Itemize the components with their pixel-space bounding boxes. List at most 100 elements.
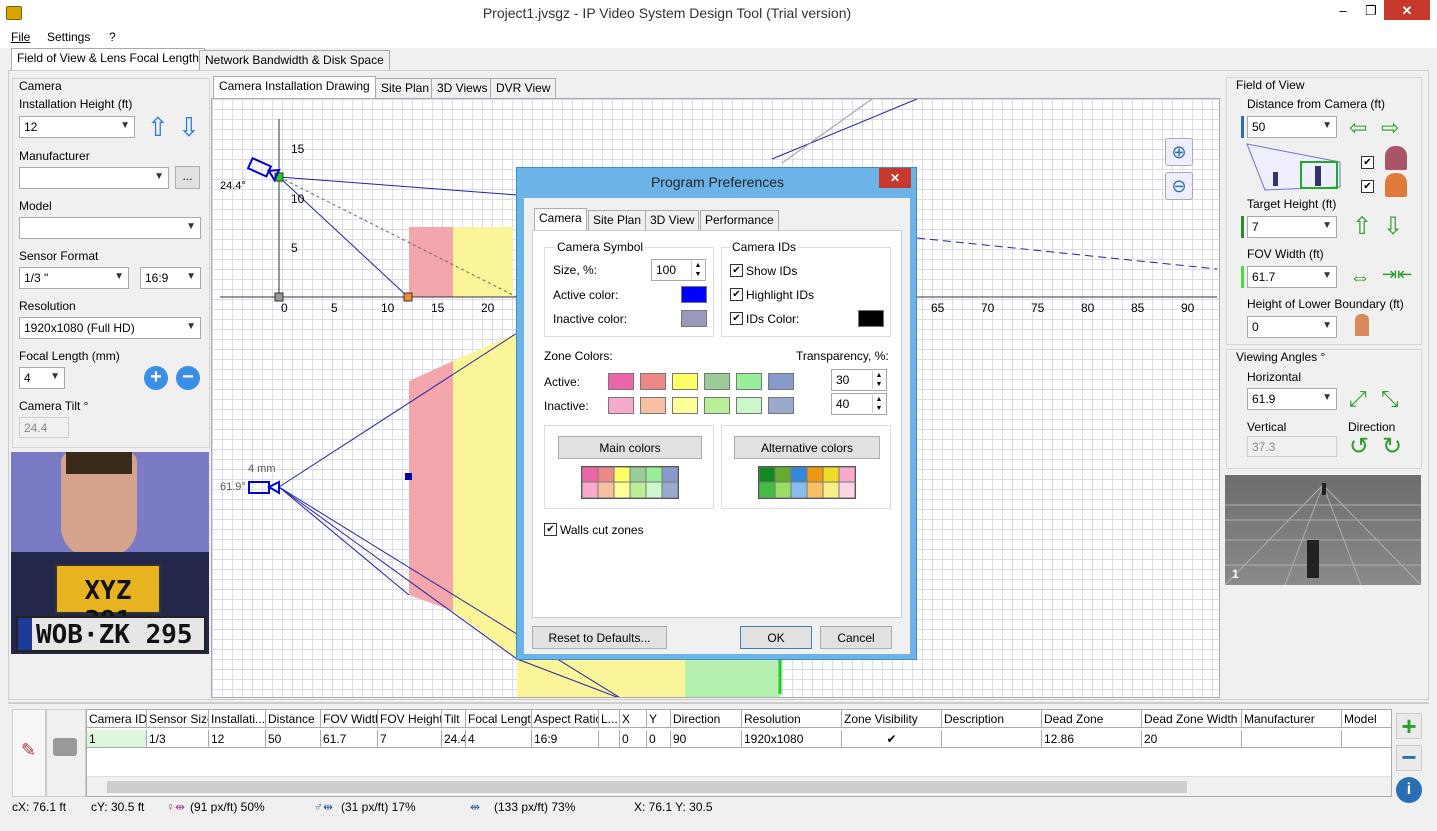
zoom-in-focal-button[interactable]: + xyxy=(144,366,168,390)
spinner-arrows-icon[interactable]: ▲ ▼ xyxy=(872,371,885,389)
main-colors-button[interactable]: Main colors xyxy=(558,436,702,459)
expand-icon[interactable]: ⤢ xyxy=(1349,386,1367,412)
splitter[interactable] xyxy=(8,702,1429,704)
column-header[interactable]: FOV Width xyxy=(321,710,378,728)
column-header[interactable]: FOV Height xyxy=(378,710,442,728)
table-row[interactable]: 1 1/3 12 50 61.7 7 24.4 4 16:9 0 0 90 1920x1080 ✔ 12.8… xyxy=(87,730,1391,749)
zone-color-swatch[interactable] xyxy=(608,373,634,390)
camera-tilt-field[interactable]: 24.4 xyxy=(19,417,69,438)
dialog-close-button[interactable]: ✕ xyxy=(879,168,911,188)
tab-camera[interactable]: Camera xyxy=(534,208,587,230)
table-cell[interactable]: 24.4 xyxy=(442,730,466,748)
zone-color-swatch[interactable] xyxy=(736,397,762,414)
zoom-in-icon[interactable]: ⊕ xyxy=(1165,138,1193,166)
show-ids-checkbox[interactable]: ✔ xyxy=(730,264,743,277)
zone-color-swatch[interactable] xyxy=(704,397,730,414)
model-combo[interactable]: ▼ xyxy=(19,217,201,239)
camera-tool-icon[interactable]: ✎ xyxy=(12,709,46,797)
tab-performance[interactable]: Performance xyxy=(700,210,779,230)
arrow-right-icon[interactable]: ⇨ xyxy=(1381,115,1399,141)
column-header[interactable]: Model xyxy=(1342,710,1391,728)
horizontal-scrollbar[interactable] xyxy=(87,776,1391,796)
zone-color-swatch[interactable] xyxy=(768,397,794,414)
vertical-angle-field[interactable]: 37.3 xyxy=(1247,436,1337,457)
zone-color-swatch[interactable] xyxy=(736,373,762,390)
table-cell[interactable]: 12 xyxy=(209,730,266,748)
table-cell[interactable]: 90 xyxy=(671,730,742,748)
distance-combo[interactable]: 50 ▼ xyxy=(1247,116,1337,138)
inactive-color-swatch[interactable] xyxy=(681,310,707,327)
zone-color-swatch[interactable] xyxy=(640,397,666,414)
menu-settings[interactable]: Settings xyxy=(47,30,90,44)
spinner-arrows-icon[interactable]: ▲ ▼ xyxy=(691,261,704,279)
3d-preview[interactable]: 1 xyxy=(1225,475,1421,585)
table-cell[interactable] xyxy=(942,730,1042,748)
arrow-left-icon[interactable]: ⇦ xyxy=(1349,115,1367,141)
zone-color-swatch[interactable] xyxy=(672,397,698,414)
zoom-out-icon[interactable]: ⊖ xyxy=(1165,172,1193,200)
table-cell[interactable]: 0 xyxy=(620,730,647,748)
column-header[interactable]: X xyxy=(620,710,647,728)
rotate-right-icon[interactable]: ↻ xyxy=(1382,432,1402,461)
column-header[interactable]: Dead Zone xyxy=(1042,710,1142,728)
active-color-swatch[interactable] xyxy=(681,286,707,303)
show-woman-checkbox[interactable]: ✔ xyxy=(1361,180,1374,193)
tab-3d-views[interactable]: 3D Views xyxy=(431,78,494,98)
zone-color-swatch[interactable] xyxy=(704,373,730,390)
cancel-button[interactable]: Cancel xyxy=(820,626,892,649)
rotate-left-icon[interactable]: ↺ xyxy=(1349,432,1369,461)
ids-color-checkbox[interactable]: ✔ xyxy=(730,312,743,325)
table-cell[interactable]: 50 xyxy=(266,730,321,748)
ids-color-swatch[interactable] xyxy=(858,310,884,327)
menu-file[interactable]: File xyxy=(11,30,30,44)
column-header[interactable]: Dead Zone Width xyxy=(1142,710,1242,728)
zone-color-swatch[interactable] xyxy=(768,373,794,390)
column-header[interactable]: Aspect Ratio xyxy=(532,710,599,728)
tab-site-plan[interactable]: Site Plan xyxy=(375,78,436,98)
inactive-transparency-spinner[interactable]: 40 ▲ ▼ xyxy=(831,393,887,415)
target-height-combo[interactable]: 7 ▼ xyxy=(1247,216,1337,238)
table-cell[interactable]: 4 xyxy=(466,730,532,748)
arrow-down-icon[interactable]: ⇩ xyxy=(178,114,200,140)
zone-color-swatch[interactable] xyxy=(608,397,634,414)
tab-network-bandwidth[interactable]: Network Bandwidth & Disk Space xyxy=(199,50,390,70)
zoom-out-focal-button[interactable]: − xyxy=(176,366,200,390)
column-header[interactable]: Zone Visibility xyxy=(842,710,942,728)
table-cell[interactable]: 20 xyxy=(1142,730,1242,748)
column-header[interactable]: Manufacturer xyxy=(1242,710,1342,728)
column-header[interactable]: Direction xyxy=(671,710,742,728)
table-cell[interactable]: ✔ xyxy=(842,730,942,748)
table-cell[interactable]: 16:9 xyxy=(532,730,599,748)
info-button[interactable]: i xyxy=(1396,777,1422,803)
reset-to-defaults-button[interactable]: Reset to Defaults... xyxy=(532,626,667,649)
close-button[interactable]: ✕ xyxy=(1384,0,1430,20)
tab-camera-installation-drawing[interactable]: Camera Installation Drawing xyxy=(213,76,376,98)
column-header[interactable]: Focal Length xyxy=(466,710,532,728)
minimize-button[interactable]: – xyxy=(1328,0,1358,22)
column-header[interactable]: Distance xyxy=(266,710,321,728)
active-transparency-spinner[interactable]: 30 ▲ ▼ xyxy=(831,369,887,391)
table-cell[interactable] xyxy=(599,730,620,748)
tab-3d-view[interactable]: 3D View xyxy=(645,210,700,230)
table-cell[interactable]: 1 xyxy=(87,730,147,748)
manufacturer-combo[interactable]: ▼ xyxy=(19,167,169,189)
column-header[interactable]: Resolution xyxy=(742,710,842,728)
walls-cut-zones-checkbox[interactable]: ✔ xyxy=(544,523,557,536)
manufacturer-browse-button[interactable]: ... xyxy=(175,166,200,189)
column-header[interactable]: Camera ID xyxy=(87,710,147,728)
alternative-colors-button[interactable]: Alternative colors xyxy=(734,436,880,459)
height-down-icon[interactable]: ⇩ xyxy=(1383,212,1403,241)
column-header[interactable]: Installati... xyxy=(209,710,266,728)
column-header[interactable]: Tilt xyxy=(442,710,466,728)
table-cell[interactable]: 1/3 xyxy=(147,730,209,748)
installation-height-combo[interactable]: 12 ▼ xyxy=(19,116,135,138)
lower-boundary-combo[interactable]: 0 ▼ xyxy=(1247,316,1337,338)
widen-icon[interactable]: ⇔ xyxy=(1349,264,1371,290)
column-header[interactable]: Sensor Size xyxy=(147,710,209,728)
column-header[interactable]: Y xyxy=(647,710,671,728)
table-cell[interactable]: 7 xyxy=(378,730,442,748)
aspect-ratio-combo[interactable]: 16:9 ▼ xyxy=(140,267,201,289)
sensor-format-combo[interactable]: 1/3 " ▼ xyxy=(19,267,129,289)
table-cell[interactable]: 1920x1080 xyxy=(742,730,842,748)
fov-width-combo[interactable]: 61.7 ▼ xyxy=(1247,266,1337,288)
